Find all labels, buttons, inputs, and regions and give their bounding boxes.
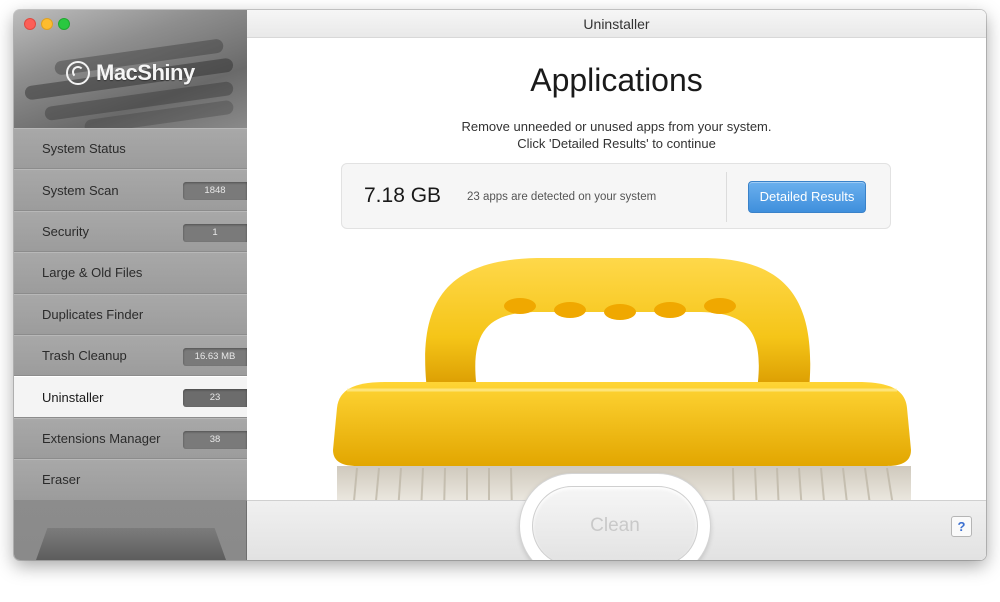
sidebar-item-uninstaller[interactable]: Uninstaller 23: [14, 376, 247, 418]
sidebar-item-label: Uninstaller: [42, 389, 104, 405]
total-size: 7.18 GB: [364, 184, 442, 207]
sidebar-item-system-status[interactable]: System Status: [14, 128, 247, 170]
scrub-brush-illustration: [333, 258, 911, 512]
minimize-window-button[interactable]: [41, 18, 53, 30]
sidebar-item-label: System Status: [42, 141, 126, 157]
main-panel: Uninstaller Applications Remove unneeded…: [247, 10, 986, 560]
sidebar-item-trash-cleanup[interactable]: Trash Cleanup 16.63 MB: [14, 334, 247, 377]
count-badge: 38: [183, 430, 247, 449]
count-badge: 23: [183, 389, 247, 408]
sidebar-item-label: Eraser: [42, 472, 81, 488]
sidebar-item-label: Extensions Manager: [42, 430, 161, 446]
sidebar-nav: System Status System Scan 1848 Security …: [14, 128, 247, 501]
clean-button[interactable]: Clean: [532, 486, 698, 560]
description-line: Click 'Detailed Results' to continue: [517, 136, 716, 151]
sidebar-header: MacShiny: [14, 10, 247, 128]
count-badge: 1848: [183, 182, 247, 201]
sidebar-item-label: Large & Old Files: [42, 265, 143, 281]
detailed-results-button[interactable]: Detailed Results: [748, 181, 866, 213]
summary-panel: 7.18 GB 23 apps are detected on your sys…: [341, 163, 891, 229]
sidebar-item-extensions-manager[interactable]: Extensions Manager 38: [14, 417, 247, 460]
sidebar-item-duplicates-finder[interactable]: Duplicates Finder: [14, 293, 247, 335]
size-badge: 16.63 MB: [183, 347, 247, 366]
sidebar-item-label: Duplicates Finder: [42, 306, 144, 322]
page-description: Remove unneeded or unused apps from your…: [247, 118, 986, 152]
sidebar-item-label: Security: [42, 223, 89, 239]
sidebar-item-security[interactable]: Security 1: [14, 210, 247, 253]
macshiny-logo-icon: [66, 61, 90, 85]
sidebar-item-system-scan[interactable]: System Scan 1848: [14, 169, 247, 211]
app-window: MacShiny System Status System Scan 1848 …: [14, 10, 986, 560]
sidebar-footer-stand: [36, 528, 226, 560]
description-line: Remove unneeded or unused apps from your…: [461, 119, 772, 134]
zoom-window-button[interactable]: [58, 18, 70, 30]
page-title: Applications: [530, 62, 703, 98]
sidebar-item-eraser[interactable]: Eraser: [14, 459, 247, 501]
close-window-button[interactable]: [24, 18, 36, 30]
sidebar-item-label: System Scan: [42, 182, 119, 198]
sidebar: MacShiny System Status System Scan 1848 …: [14, 10, 247, 560]
sidebar-item-large-old-files[interactable]: Large & Old Files: [14, 252, 247, 294]
help-button[interactable]: ?: [951, 516, 972, 537]
count-badge: 1: [183, 223, 247, 242]
apps-detected-text: 23 apps are detected on your system: [467, 191, 657, 203]
sidebar-item-label: Trash Cleanup: [42, 348, 127, 364]
divider: [726, 172, 727, 222]
app-logo: MacShiny: [66, 60, 195, 86]
window-title: Uninstaller: [247, 10, 986, 38]
brand-name: MacShiny: [96, 60, 195, 85]
